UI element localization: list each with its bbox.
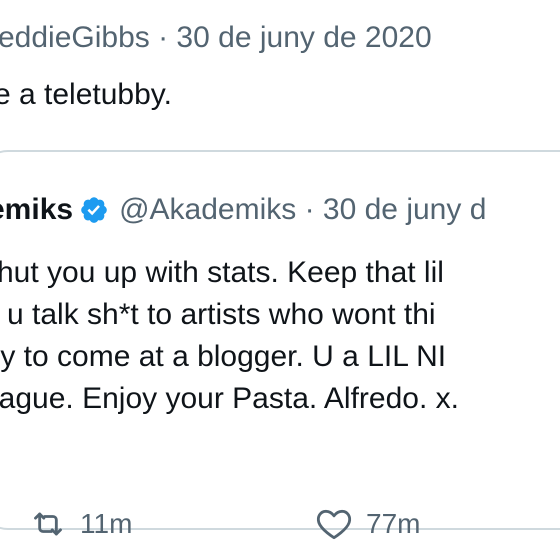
like-button[interactable]: 77m [314,502,420,546]
like-count: 77m [366,508,421,539]
verified-badge-icon [79,195,109,225]
quoted-tweet-line: try to come at a blogger. U a LIL NI [0,340,447,373]
quoted-tweet-line: e u talk sh*t to artists who wont thi [0,298,436,331]
retweet-icon [34,512,62,536]
tweet-text: e a teletubby. [0,78,172,111]
quoted-tweet-line: eague. Enjoy your Pasta. Alfredo. x. [0,382,459,415]
tweet-screenshot: eddieGibbs · 30 de juny de 2020 e a tele… [0,0,560,560]
tweet-actions: 11m 77m [0,502,560,546]
quoted-tweet-body: shut you up with stats. Keep that lil e … [0,252,459,420]
quoted-tweet-line: shut you up with stats. Keep that lil [0,256,444,289]
retweet-button[interactable]: 11m [28,502,132,546]
quoted-tweet-display-name[interactable]: emiks [0,193,73,227]
retweet-count: 11m [80,508,133,539]
tweet-author-line[interactable]: eddieGibbs · 30 de juny de 2020 [0,18,432,58]
quoted-tweet-header: emiks @Akademiks · 30 de juny d [0,190,486,230]
quoted-tweet-handle-date[interactable]: @Akademiks · 30 de juny d [119,193,486,227]
heart-icon [316,509,352,540]
quoted-tweet-card[interactable]: emiks @Akademiks · 30 de juny d shut you… [0,150,560,530]
